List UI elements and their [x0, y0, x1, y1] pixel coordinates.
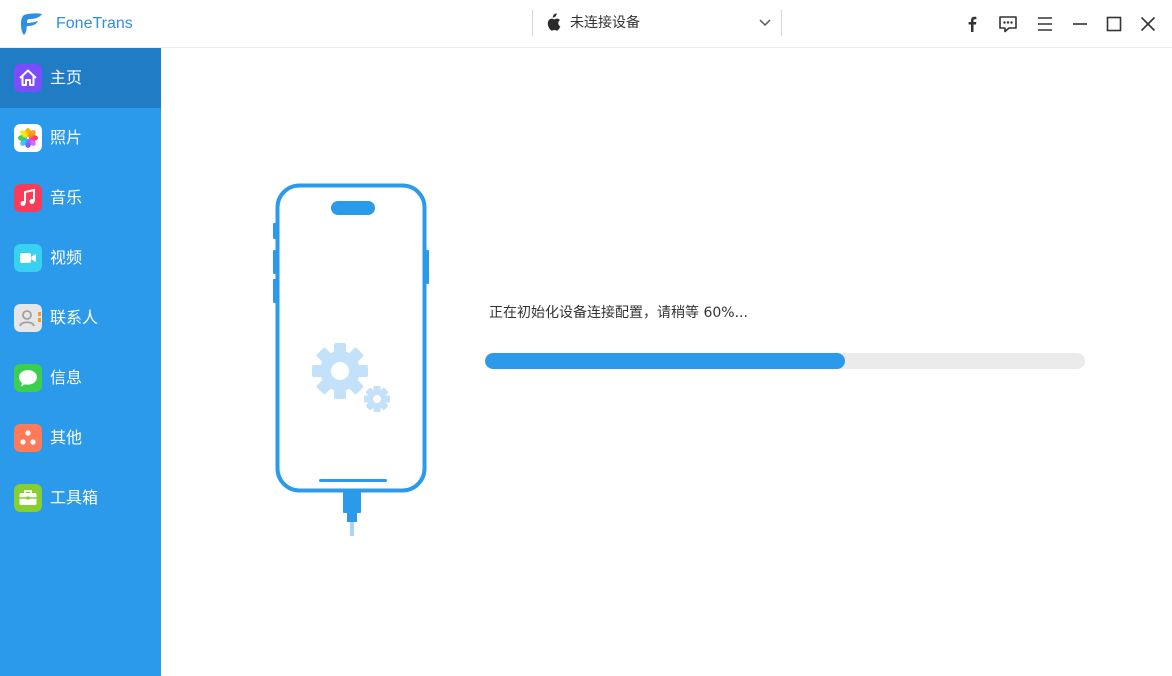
sidebar-item-contacts[interactable]: 联系人 — [0, 288, 161, 348]
chevron-down-icon[interactable] — [759, 19, 771, 27]
facebook-icon[interactable] — [961, 13, 983, 35]
sidebar-item-label: 工具箱 — [50, 488, 99, 507]
device-selector[interactable]: 未连接设备 — [532, 10, 782, 36]
menu-icon[interactable] — [1034, 13, 1056, 35]
toolbox-icon — [14, 484, 42, 512]
music-icon — [14, 184, 42, 212]
brand: FoneTrans — [18, 11, 133, 37]
sidebar: 主页 照片 音乐 视频 联系人 信息 其他 工具箱 — [0, 48, 161, 676]
connection-status-text: 正在初始化设备连接配置，请稍等 60%... — [489, 305, 748, 321]
sidebar-item-label: 联系人 — [50, 308, 99, 327]
sidebar-item-home[interactable]: 主页 — [0, 48, 161, 108]
feedback-icon[interactable] — [997, 13, 1019, 35]
contacts-icon — [14, 304, 42, 332]
sidebar-item-music[interactable]: 音乐 — [0, 168, 161, 228]
sidebar-item-others[interactable]: 其他 — [0, 408, 161, 468]
home-icon — [14, 64, 42, 92]
progress-bar-fill — [485, 353, 845, 369]
sidebar-item-messages[interactable]: 信息 — [0, 348, 161, 408]
sidebar-item-photos[interactable]: 照片 — [0, 108, 161, 168]
maximize-icon[interactable] — [1103, 13, 1125, 35]
fonetrans-logo-icon — [21, 13, 42, 35]
others-icon — [14, 424, 42, 452]
phone-settings-icon — [273, 183, 429, 536]
main-content: 正在初始化设备连接配置，请稍等 60%... — [161, 48, 1172, 676]
sidebar-item-label: 其他 — [50, 428, 83, 447]
sidebar-item-label: 视频 — [50, 248, 83, 267]
app-name: FoneTrans — [56, 15, 133, 32]
minimize-icon[interactable] — [1069, 13, 1091, 35]
sidebar-item-label: 音乐 — [50, 188, 83, 207]
title-bar: FoneTrans 未连接设备 — [0, 0, 1172, 48]
sidebar-item-video[interactable]: 视频 — [0, 228, 161, 288]
video-icon — [14, 244, 42, 272]
sidebar-item-label: 信息 — [50, 368, 83, 387]
sidebar-item-label: 主页 — [50, 68, 83, 87]
device-selector-label: 未连接设备 — [570, 15, 640, 31]
close-icon[interactable] — [1137, 13, 1159, 35]
messages-icon — [14, 364, 42, 392]
sidebar-item-toolbox[interactable]: 工具箱 — [0, 468, 161, 528]
photos-icon — [14, 124, 42, 152]
progress-bar — [485, 353, 1085, 369]
sidebar-item-label: 照片 — [50, 128, 83, 147]
apple-icon — [547, 13, 561, 31]
